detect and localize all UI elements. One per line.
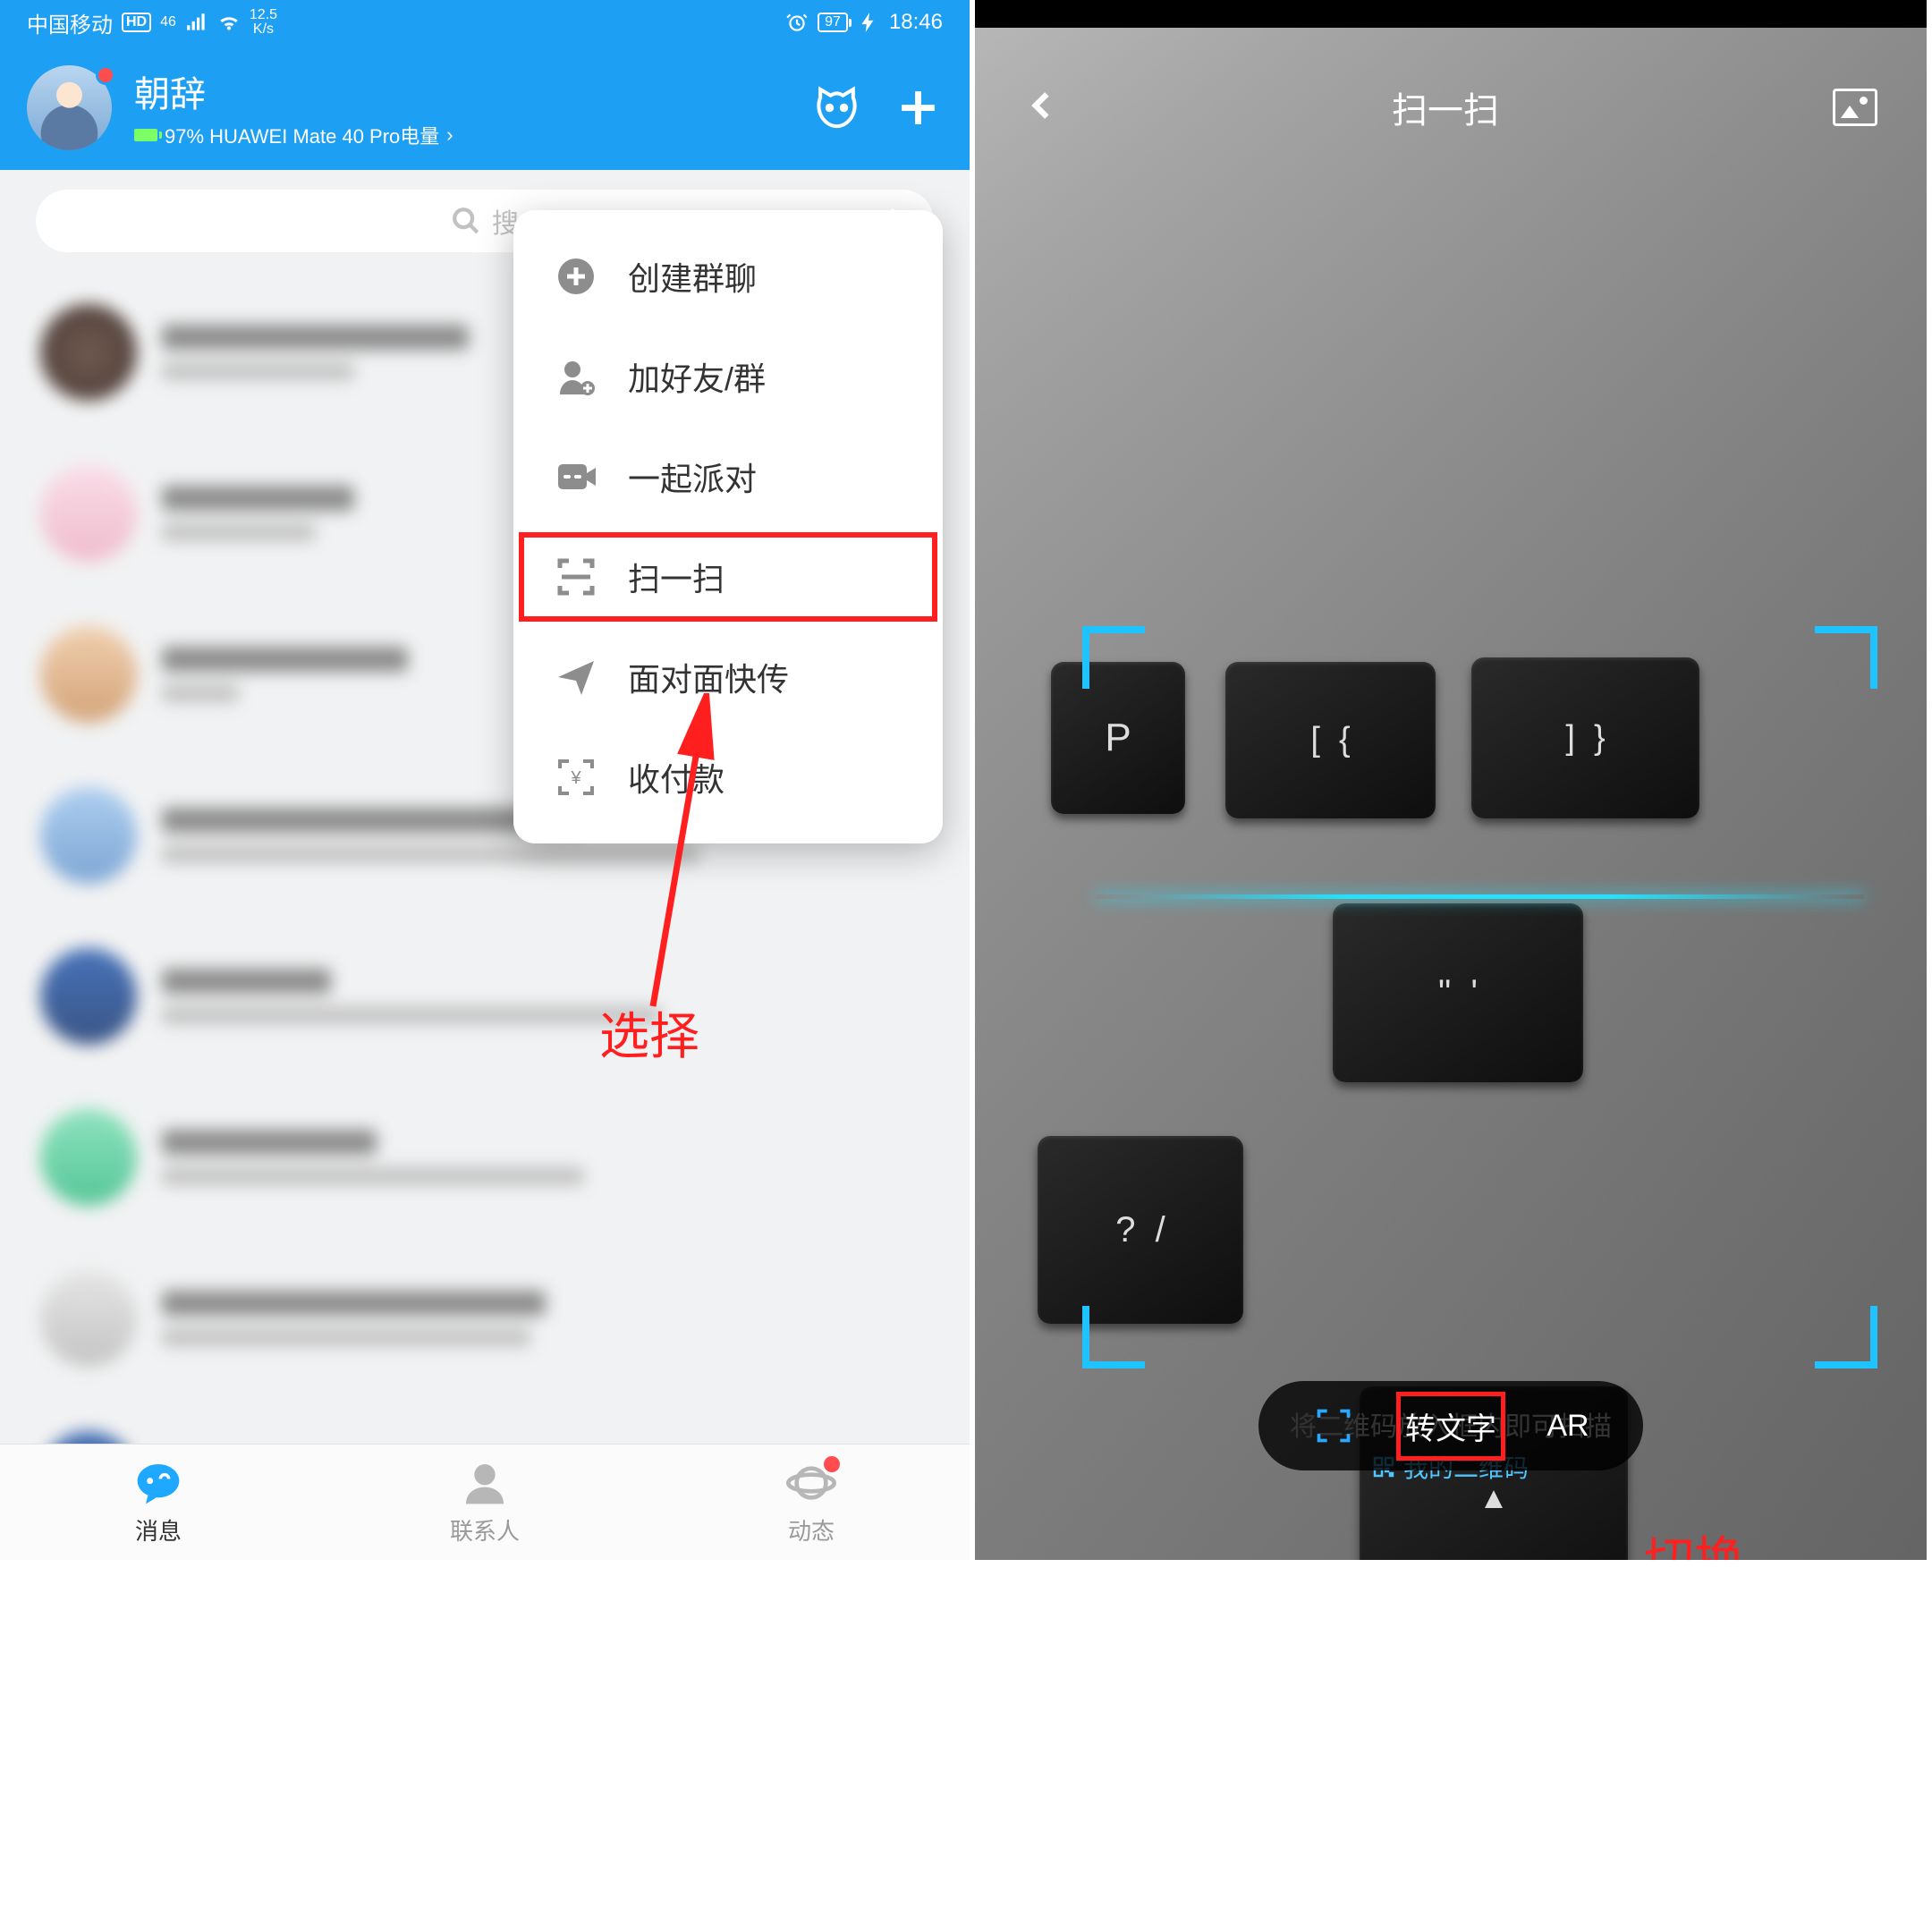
signal-icon	[185, 11, 208, 34]
device-battery-status[interactable]: 97% HUAWEI Mate 40 Pro电量 ›	[134, 121, 790, 149]
scan-header: 扫一扫	[975, 72, 1927, 143]
qq-messages-screen: 中国移动 HD 46 12.5 K/s 97 18:46 朝辞 97% H	[0, 0, 975, 1560]
clock: 18:46	[889, 10, 943, 35]
scan-frame-corner	[1815, 626, 1877, 689]
gallery-button[interactable]	[1833, 89, 1877, 126]
menu-party[interactable]: 一起派对	[513, 427, 943, 527]
tab-messages[interactable]: 消息	[133, 1458, 183, 1546]
wifi-icon	[217, 11, 241, 34]
blank-area	[0, 1560, 1932, 1932]
menu-add-friend[interactable]: 加好友/群	[513, 326, 943, 427]
cat-avatar-icon[interactable]	[812, 83, 861, 132]
add-friend-icon	[555, 355, 597, 398]
hd-badge: HD	[122, 13, 151, 32]
mode-ar[interactable]: AR	[1523, 1409, 1613, 1444]
battery-icon	[134, 129, 157, 141]
svg-text:¥: ¥	[570, 768, 581, 788]
mode-scan-qr[interactable]	[1289, 1406, 1378, 1445]
alarm-icon	[785, 11, 809, 34]
scan-title: 扫一扫	[1392, 81, 1499, 133]
scan-frame-corner	[1082, 626, 1145, 689]
charging-icon	[857, 11, 880, 34]
plus-menu-button[interactable]	[894, 83, 943, 132]
scan-mode-switcher: 转文字 AR	[1258, 1381, 1643, 1470]
tab-contacts[interactable]: 联系人	[450, 1458, 520, 1546]
qq-scan-screen: P [ { ] } " ' ? / ▲ ◀ ▼ ▶ 扫一扫 将二维码放入框内即可…	[975, 0, 1927, 1560]
party-icon	[555, 455, 597, 498]
back-button[interactable]	[1024, 89, 1058, 127]
plus-dropdown-menu: 创建群聊 加好友/群 一起派对 扫一扫 面对面快传 ¥ 收付款	[513, 210, 943, 843]
payment-icon: ¥	[555, 756, 597, 799]
bottom-tabbar: 消息 联系人 动态	[0, 1444, 970, 1560]
menu-create-group[interactable]: 创建群聊	[513, 226, 943, 326]
menu-payment[interactable]: ¥ 收付款	[513, 727, 943, 827]
battery-pct: 97	[818, 13, 848, 32]
scan-icon	[555, 555, 597, 598]
status-bar: 中国移动 HD 46 12.5 K/s 97 18:46	[0, 0, 970, 45]
paper-plane-icon	[555, 656, 597, 699]
network-type: 46	[160, 14, 176, 30]
plus-circle-icon	[555, 255, 597, 298]
feed-notification-dot	[824, 1456, 840, 1472]
scan-frame-corner	[1082, 1306, 1145, 1368]
scan-line	[1096, 894, 1864, 899]
scan-frame-corner	[1815, 1306, 1877, 1368]
carrier-label: 中国移动	[27, 7, 113, 38]
netspeed: 12.5 K/s	[250, 8, 277, 37]
avatar-notification-dot	[96, 65, 115, 85]
search-icon	[451, 206, 481, 236]
menu-scan[interactable]: 扫一扫	[513, 527, 943, 627]
tab-feed[interactable]: 动态	[786, 1458, 836, 1546]
app-header: 朝辞 97% HUAWEI Mate 40 Pro电量 ›	[0, 45, 970, 170]
mode-to-text[interactable]: 转文字	[1405, 1404, 1496, 1448]
menu-face-transfer[interactable]: 面对面快传	[513, 627, 943, 727]
user-name: 朝辞	[134, 65, 790, 117]
